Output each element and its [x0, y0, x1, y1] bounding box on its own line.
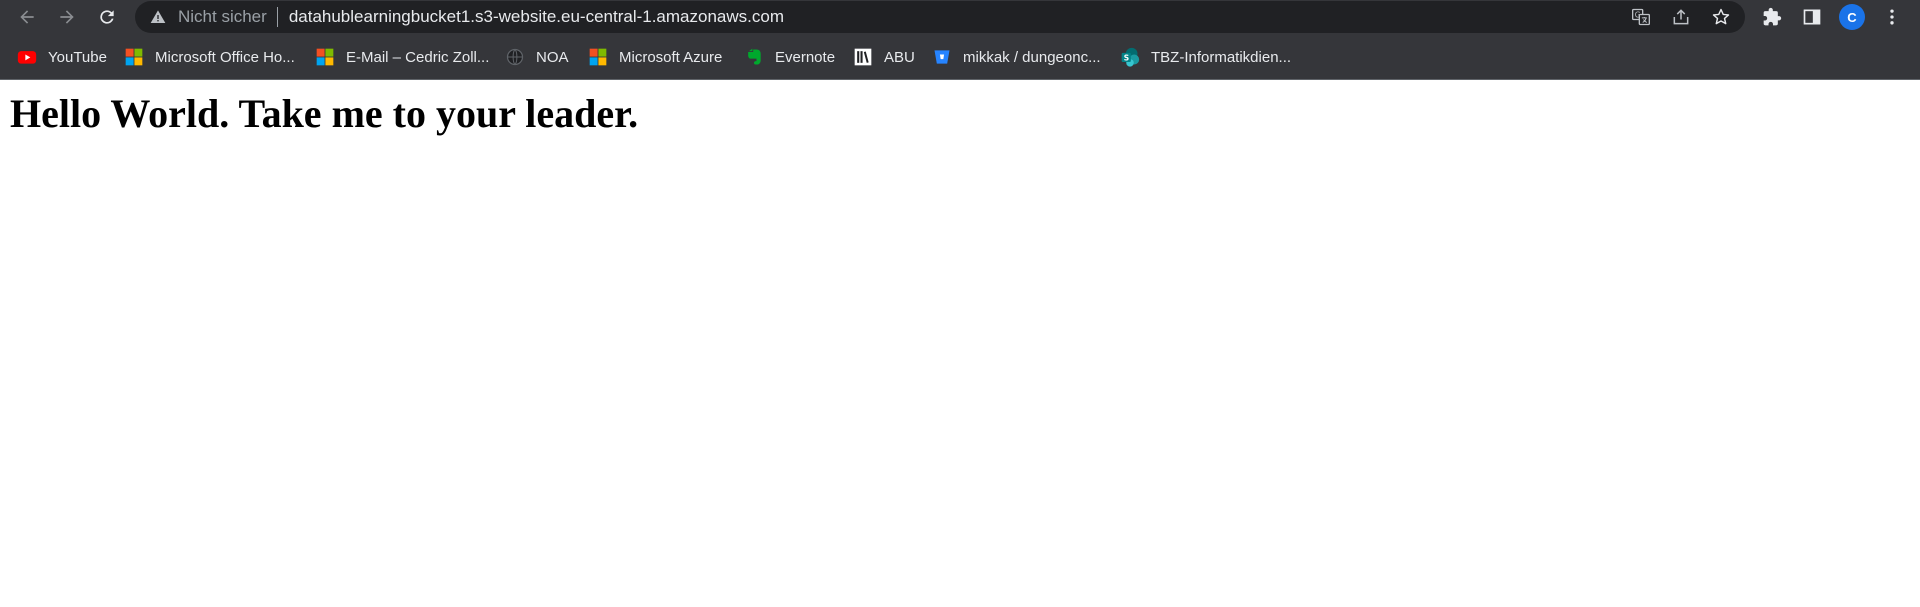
bookmark-label: YouTube [48, 48, 107, 66]
bookmark-mikkak-dungeonc[interactable]: mikkak / dungeonc... [932, 46, 1101, 68]
reload-icon [100, 10, 114, 24]
page-heading: Hello World. Take me to your leader. [10, 91, 639, 136]
microsoft-logo-icon [315, 47, 335, 67]
svg-text:S: S [1124, 53, 1129, 62]
more-menu-icon[interactable] [1879, 4, 1905, 30]
bookmark-label: NOA [536, 48, 569, 66]
bookmark-tbz-informatikdienste[interactable]: S TBZ-Informatikdien... [1120, 46, 1291, 68]
bookmark-label: Evernote [775, 48, 836, 66]
star-icon[interactable] [1709, 5, 1733, 29]
microsoft-logo-icon [588, 47, 608, 67]
back-button[interactable] [11, 1, 43, 33]
bookmark-label: mikkak / dungeonc... [963, 48, 1101, 66]
bookmark-youtube[interactable]: YouTube [17, 46, 107, 68]
bookmark-label: Microsoft Office Ho... [155, 48, 295, 66]
security-status-label[interactable]: Nicht sicher [178, 7, 267, 27]
bookmark-label: Microsoft Azure [619, 48, 723, 66]
translate-icon[interactable]: G [1629, 5, 1653, 29]
bookmark-label: E-Mail – Cedric Zoll... [346, 48, 490, 66]
globe-icon [505, 47, 525, 67]
bookmarks-bar: YouTube Microsoft Office Ho... E-Mail – … [0, 34, 1920, 80]
address-bar[interactable]: Nicht sicher datahublearningbucket1.s3-w… [135, 1, 1745, 33]
bookmark-abu[interactable]: ABU [853, 46, 915, 68]
arrow-left-icon [20, 10, 34, 24]
page-content: Hello World. Take me to your leader. [0, 80, 1920, 607]
omnibox-separator [276, 7, 278, 27]
bookmark-microsoft-azure[interactable]: Microsoft Azure [588, 46, 722, 68]
forward-button[interactable] [51, 1, 83, 33]
profile-avatar[interactable]: C [1839, 4, 1865, 30]
extensions-puzzle-icon[interactable] [1759, 4, 1785, 30]
browser-toolbar: Nicht sicher datahublearningbucket1.s3-w… [0, 0, 1920, 34]
youtube-icon [17, 47, 37, 67]
bookmark-label: TBZ-Informatikdien... [1151, 48, 1292, 66]
bookmark-microsoft-office-home[interactable]: Microsoft Office Ho... [124, 46, 295, 68]
bookmark-evernote[interactable]: Evernote [744, 46, 835, 68]
evernote-icon [744, 47, 764, 67]
bookmark-label: ABU [884, 48, 915, 66]
bookmark-noa[interactable]: NOA [505, 46, 569, 68]
warning-icon[interactable] [150, 9, 166, 25]
arrow-right-icon [60, 10, 74, 24]
url-text[interactable]: datahublearningbucket1.s3-website.eu-cen… [289, 7, 784, 27]
library-icon [853, 47, 873, 67]
bitbucket-icon [932, 47, 952, 67]
reload-button[interactable] [91, 1, 123, 33]
side-panel-icon[interactable] [1799, 4, 1825, 30]
sharepoint-icon: S [1120, 47, 1140, 67]
bookmark-email[interactable]: E-Mail – Cedric Zoll... [315, 46, 489, 68]
share-icon[interactable] [1669, 5, 1693, 29]
microsoft-logo-icon [124, 47, 144, 67]
